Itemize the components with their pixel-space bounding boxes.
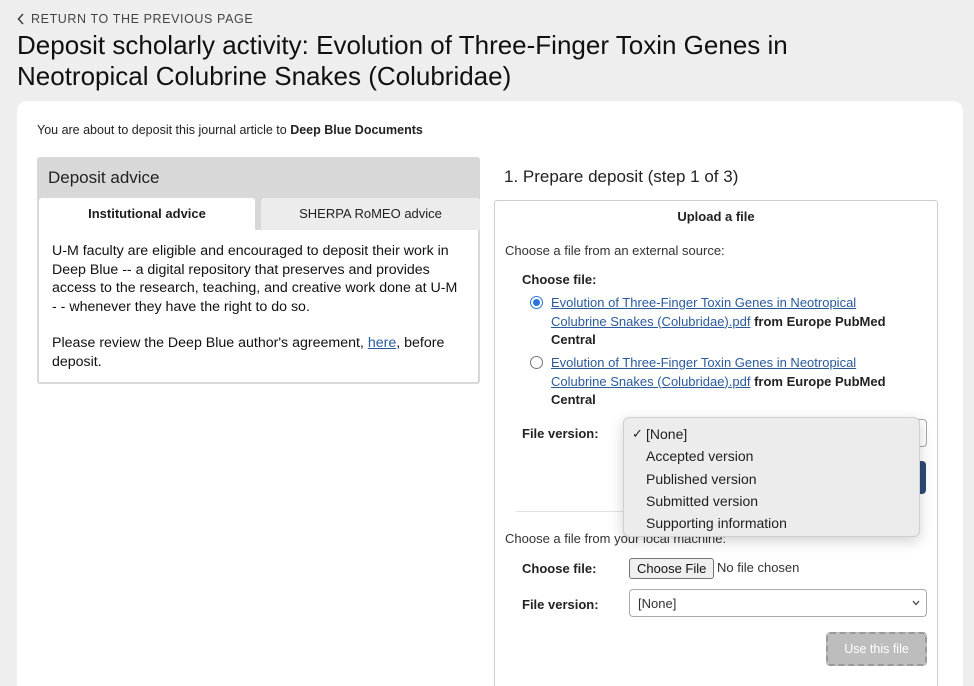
menu-option-accepted[interactable]: Accepted version	[624, 445, 919, 467]
file-option-1-radio[interactable]	[530, 296, 543, 309]
advice-body: U-M faculty are eligible and encouraged …	[39, 230, 478, 383]
no-file-chosen-text: No file chosen	[717, 560, 800, 575]
chevron-left-icon	[17, 13, 24, 25]
menu-option-submitted[interactable]: Submitted version	[624, 490, 919, 512]
advice-tabs: Institutional advice SHERPA RoMEO advice	[39, 198, 480, 230]
menu-option-label: Submitted version	[646, 492, 759, 509]
chevron-down-icon	[912, 600, 920, 606]
file-option-1: Evolution of Three-Finger Toxin Genes in…	[551, 294, 911, 350]
local-choose-file-label: Choose file:	[522, 561, 597, 576]
advice-paragraph-2-before: Please review the Deep Blue author's agr…	[52, 335, 364, 351]
menu-option-label: Supporting information	[646, 515, 787, 532]
menu-option-label: Accepted version	[646, 448, 754, 465]
local-file-version-value: [None]	[638, 596, 677, 611]
menu-option-label: [None]	[646, 426, 688, 442]
menu-option-label: Published version	[646, 470, 757, 487]
advice-paragraph-2: Please review the Deep Blue author's agr…	[52, 334, 465, 371]
choose-file-label: Choose file:	[522, 272, 597, 287]
return-link-label: RETURN TO THE PREVIOUS PAGE	[31, 12, 254, 26]
file-option-2-radio[interactable]	[530, 356, 543, 369]
file-option-2: Evolution of Three-Finger Toxin Genes in…	[551, 354, 911, 410]
upload-heading: Upload a file	[677, 209, 755, 224]
step-title: 1. Prepare deposit (step 1 of 3)	[504, 167, 739, 186]
local-file-version-select[interactable]: [None]	[629, 589, 927, 617]
local-file-version-label: File version:	[522, 597, 599, 612]
deposit-advice-heading: Deposit advice	[39, 159, 478, 198]
return-link[interactable]: RETURN TO THE PREVIOUS PAGE	[17, 12, 253, 26]
tab-institutional-advice[interactable]: Institutional advice	[39, 198, 255, 230]
intro-prefix: You are about to deposit this journal ar…	[37, 123, 287, 137]
file-version-dropdown-menu: ✓ [None] Accepted version Published vers…	[623, 417, 920, 537]
deposit-card: You are about to deposit this journal ar…	[17, 101, 963, 686]
file-version-label: File version:	[522, 426, 599, 441]
repository-name: Deep Blue Documents	[290, 123, 423, 137]
menu-option-none[interactable]: ✓ [None]	[624, 423, 919, 445]
checkmark-icon: ✓	[632, 426, 643, 441]
use-this-file-button[interactable]: Use this file	[826, 632, 927, 666]
advice-paragraph-1: U-M faculty are eligible and encouraged …	[52, 243, 458, 315]
author-agreement-link[interactable]: here	[368, 335, 396, 351]
page-title: Deposit scholarly activity: Evolution of…	[17, 30, 788, 91]
menu-option-supporting[interactable]: Supporting information	[624, 512, 919, 534]
external-source-label: Choose a file from an external source:	[505, 243, 725, 258]
deposit-advice-panel: Deposit advice Institutional advice SHER…	[37, 157, 480, 384]
menu-option-published[interactable]: Published version	[624, 468, 919, 490]
tab-sherpa-romeo-advice[interactable]: SHERPA RoMEO advice	[261, 198, 480, 230]
choose-file-button[interactable]: Choose File	[629, 558, 715, 579]
intro-text: You are about to deposit this journal ar…	[37, 123, 423, 137]
